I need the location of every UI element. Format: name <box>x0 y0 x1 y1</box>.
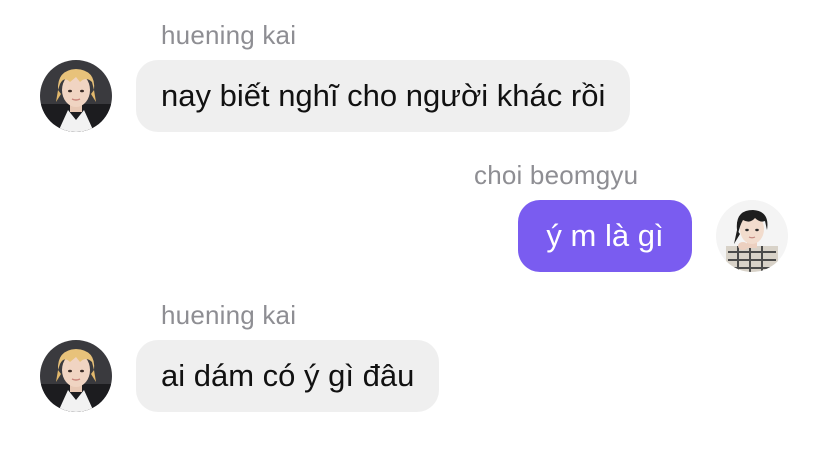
dark-hair-avatar-icon[interactable] <box>716 200 788 272</box>
message-text: nay biết nghĩ cho người khác rồi <box>161 78 606 113</box>
chat-thread: huening kai nay biết nghĩ cho người khác… <box>0 0 828 450</box>
blond-avatar-icon[interactable] <box>40 340 112 412</box>
sender-name: choi beomgyu <box>474 160 639 190</box>
sender-name: huening kai <box>161 300 297 330</box>
message-text: ai dám có ý gì đâu <box>161 358 415 393</box>
message-bubble[interactable]: nay biết nghĩ cho người khác rồi <box>136 60 631 132</box>
sender-name: huening kai <box>161 20 297 50</box>
message-bubble[interactable]: ai dám có ý gì đâu <box>136 340 440 412</box>
blond-avatar-icon[interactable] <box>40 60 112 132</box>
message-text: ý m là gì <box>546 218 664 253</box>
message-bubble[interactable]: ý m là gì <box>518 200 692 272</box>
